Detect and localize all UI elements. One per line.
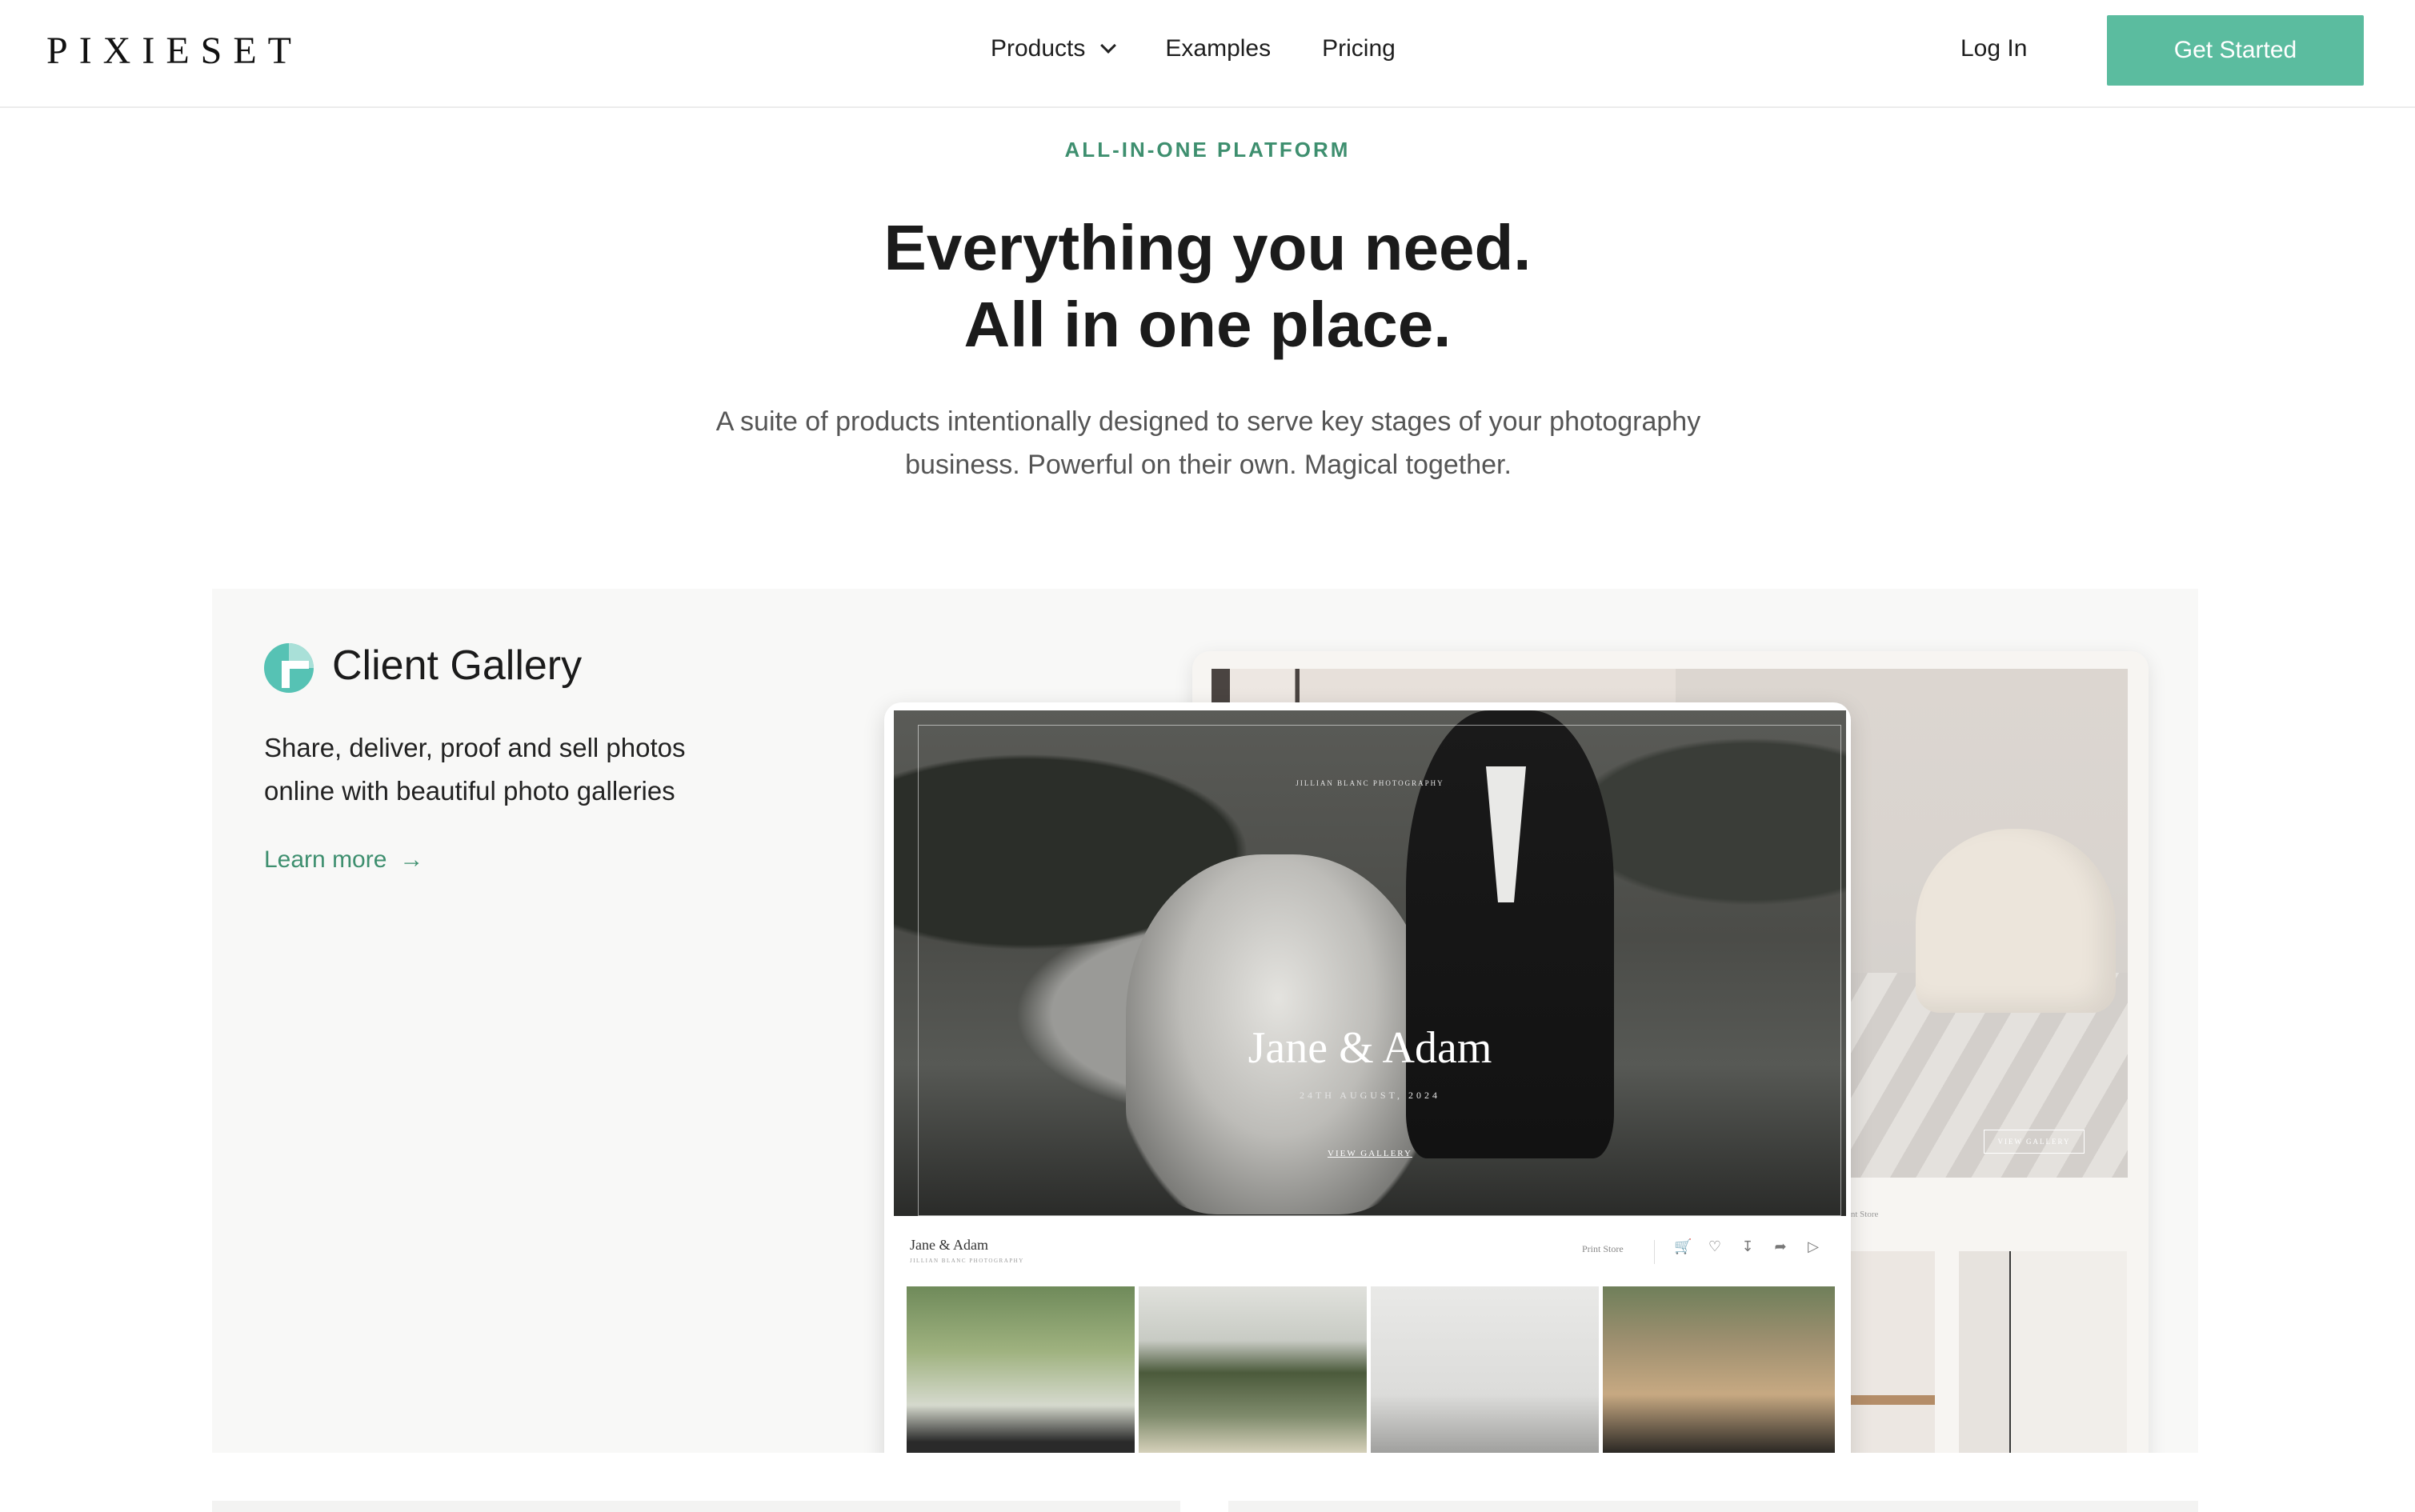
- play-icon[interactable]: ▷: [1805, 1238, 1821, 1254]
- product-description: Share, deliver, proof and sell photos on…: [264, 733, 686, 806]
- client-gallery-logo-icon: [264, 643, 314, 693]
- toolbar-divider: [1654, 1240, 1655, 1264]
- studio-name: JILLIAN BLANC PHOTOGRAPHY: [1296, 779, 1444, 787]
- photo-thumb-1[interactable]: [907, 1286, 1135, 1453]
- arrow-right-icon: →: [399, 846, 424, 873]
- photo-grid: [907, 1286, 1835, 1453]
- front-gallery-mockup: JILLIAN BLANC PHOTOGRAPHY Jane & Adam 24…: [884, 702, 1851, 1453]
- login-link[interactable]: Log In: [1960, 35, 2027, 62]
- nav-pricing-label: Pricing: [1322, 35, 1396, 62]
- photo-thumb-3[interactable]: [1371, 1286, 1599, 1453]
- next-card-left: [212, 1501, 1180, 1512]
- gallery-title: Jane & Adam: [910, 1237, 988, 1253]
- cart-icon[interactable]: 🛒: [1674, 1238, 1692, 1254]
- client-gallery-panel: Client Gallery Share, deliver, proof and…: [212, 589, 2198, 1453]
- nav-examples-label: Examples: [1165, 35, 1272, 62]
- couple-name: Jane & Adam: [1248, 1023, 1492, 1073]
- view-gallery-button[interactable]: VIEW GALLERY: [894, 1149, 1846, 1158]
- heart-icon[interactable]: ♡: [1707, 1238, 1723, 1254]
- nav-pricing[interactable]: Pricing: [1322, 35, 1396, 62]
- hero-headline: Everything you need. All in one place.: [0, 210, 2415, 363]
- back-view-gallery-button[interactable]: VIEW GALLERY: [1984, 1130, 2085, 1154]
- print-store-link[interactable]: Print Store: [1582, 1243, 1624, 1255]
- hero-headline-line2: All in one place.: [963, 289, 1452, 360]
- photo-thumb-2[interactable]: [1139, 1286, 1367, 1453]
- nav-products[interactable]: Products: [991, 35, 1117, 62]
- product-title: Client Gallery: [332, 642, 583, 689]
- event-date: 24TH AUGUST, 2024: [1299, 1090, 1441, 1101]
- wedding-cover-photo: JILLIAN BLANC PHOTOGRAPHY Jane & Adam 24…: [894, 710, 1846, 1216]
- back-chair-shape: [1916, 829, 2116, 1013]
- back-toolbar: Print Store: [1840, 1203, 2145, 1243]
- main-menu: Products Examples Pricing: [991, 35, 1447, 62]
- gallery-actions: 🛒 ♡ ↧ ➦ ▷: [1674, 1238, 1838, 1254]
- get-started-button[interactable]: Get Started: [2107, 15, 2364, 86]
- learn-more-label: Learn more: [264, 846, 387, 873]
- photo-thumb-4[interactable]: [1603, 1286, 1835, 1453]
- back-thumb-1[interactable]: [1840, 1251, 1935, 1453]
- gallery-toolbar: Jane & Adam JILLIAN BLANC PHOTOGRAPHY Pr…: [894, 1230, 1846, 1275]
- next-card-right: [1228, 1501, 2198, 1512]
- top-nav: PIXIESET Products Examples Pricing Log I…: [0, 0, 2415, 108]
- download-icon[interactable]: ↧: [1740, 1238, 1756, 1254]
- gallery-subtitle: JILLIAN BLANC PHOTOGRAPHY: [910, 1258, 1024, 1264]
- learn-more-link[interactable]: Learn more →: [264, 846, 423, 874]
- hero-headline-line1: Everything you need.: [883, 212, 1532, 283]
- share-icon[interactable]: ➦: [1772, 1238, 1788, 1254]
- pixieset-logo[interactable]: PIXIESET: [46, 29, 302, 73]
- nav-products-label: Products: [991, 35, 1086, 62]
- back-thumbnails: [1840, 1251, 2145, 1453]
- chevron-down-icon: [1100, 38, 1117, 54]
- hero-subtext: A suite of products intentionally design…: [715, 406, 1701, 480]
- hero-eyebrow: ALL-IN-ONE PLATFORM: [1064, 138, 1351, 162]
- cover-frame: [918, 725, 1841, 1216]
- back-thumb-2[interactable]: [1959, 1251, 2127, 1453]
- nav-examples[interactable]: Examples: [1165, 35, 1271, 62]
